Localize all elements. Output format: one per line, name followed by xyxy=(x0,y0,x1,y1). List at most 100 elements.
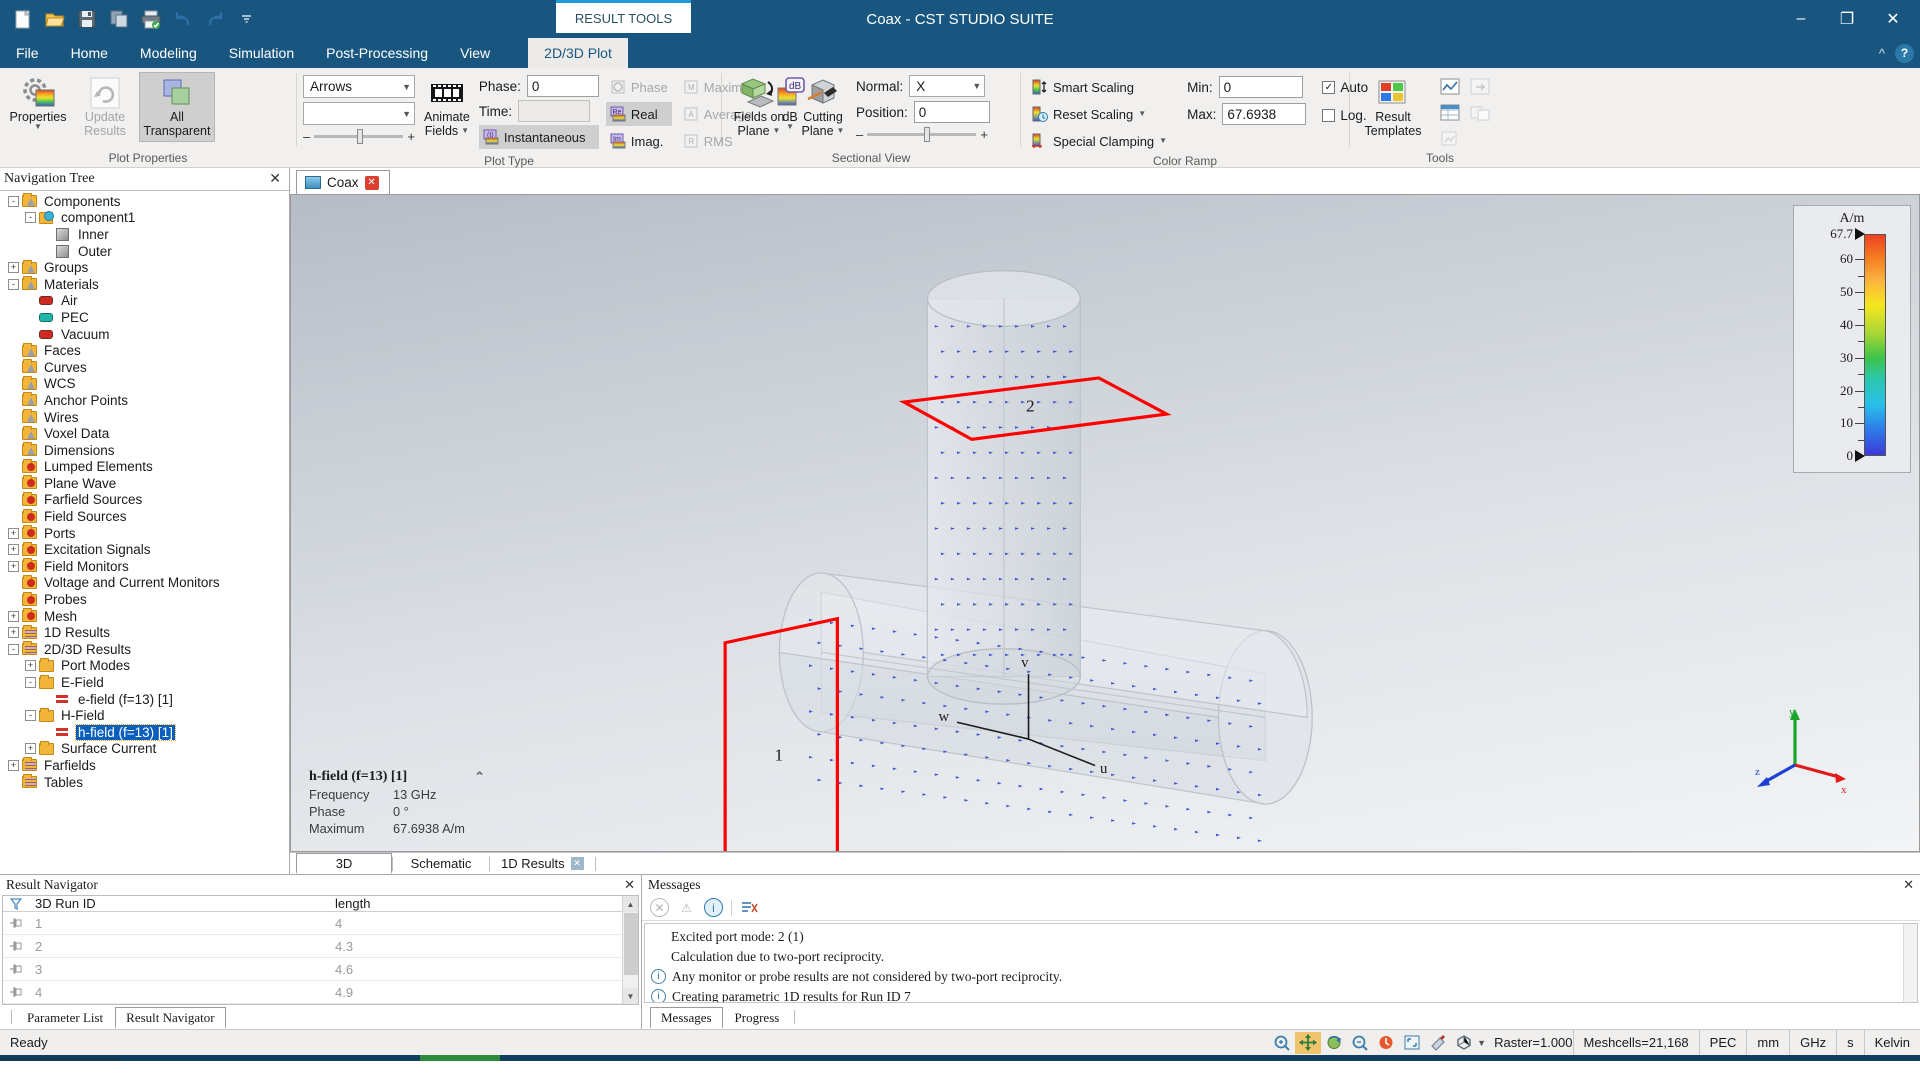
zoom-in-icon[interactable] xyxy=(1269,1032,1295,1054)
tab-view[interactable]: View xyxy=(444,38,506,68)
redo-icon[interactable] xyxy=(202,6,228,32)
tab-2d3d-plot[interactable]: 2D/3D Plot xyxy=(528,38,628,68)
result-info-collapse-icon[interactable]: ⌃ xyxy=(474,769,485,785)
tree-item-wires[interactable]: Wires xyxy=(0,409,289,426)
real-toggle[interactable]: Re Real xyxy=(606,102,672,126)
smart-scaling-button[interactable]: Smart Scaling xyxy=(1027,75,1171,99)
minimize-button[interactable]: – xyxy=(1778,2,1824,36)
tree-expander[interactable]: - xyxy=(8,196,19,207)
view-tab-coax[interactable]: Coax ✕ xyxy=(296,170,390,194)
fields-on-plane-caret-icon[interactable]: ▼ xyxy=(773,128,781,134)
tree-item-ports[interactable]: +Ports xyxy=(0,525,289,542)
row-pin-icon[interactable] xyxy=(3,918,29,928)
tree-item-field-monitors[interactable]: +Field Monitors xyxy=(0,558,289,575)
tree-item-mesh[interactable]: +Mesh xyxy=(0,608,289,625)
arrow-density-slider[interactable]: – + xyxy=(303,129,415,144)
tree-expander[interactable]: + xyxy=(8,262,19,273)
tree-item-farfields[interactable]: +Farfields xyxy=(0,757,289,774)
all-transparent-button[interactable]: All Transparent xyxy=(140,73,214,141)
tab-progress[interactable]: Progress xyxy=(725,1007,790,1029)
tree-item-port-modes[interactable]: +Port Modes xyxy=(0,658,289,675)
properties-button[interactable]: Properties ▼ xyxy=(6,73,70,133)
column-header-length[interactable]: length xyxy=(329,896,376,911)
messages-scrollbar[interactable] xyxy=(1903,924,1917,1002)
tree-item-wcs[interactable]: WCS xyxy=(0,376,289,393)
tab-1d-results[interactable]: 1D Results ✕ xyxy=(490,853,595,874)
tab-schematic[interactable]: Schematic xyxy=(393,853,489,874)
row-pin-icon[interactable] xyxy=(3,964,29,974)
view-cube-icon[interactable] xyxy=(1451,1032,1477,1054)
tree-item-h-field[interactable]: -H-Field xyxy=(0,707,289,724)
tree-item-probes[interactable]: Probes xyxy=(0,591,289,608)
3d-canvas[interactable]: v w u 2 1 A/m 67.76050403020100 h-field … xyxy=(290,194,1920,852)
result-templates-button[interactable]: Result Templates xyxy=(1356,73,1430,141)
tab-post-processing[interactable]: Post-Processing xyxy=(310,38,444,68)
plot-type-combo[interactable]: Arrows ▼ xyxy=(303,75,415,98)
status-unit-s[interactable]: s xyxy=(1836,1030,1864,1056)
normal-combo[interactable]: X ▼ xyxy=(909,75,985,97)
navigation-tree[interactable]: -Components-component1InnerOuter+Groups-… xyxy=(0,190,289,874)
view-tab-close-icon[interactable]: ✕ xyxy=(365,176,379,190)
tree-item-plane-wave[interactable]: Plane Wave xyxy=(0,475,289,492)
tree-item-lumped-elements[interactable]: Lumped Elements xyxy=(0,459,289,476)
tree-expander[interactable]: + xyxy=(25,743,36,754)
status-unit-kelvin[interactable]: Kelvin xyxy=(1864,1030,1920,1056)
max-input[interactable]: 67.6938 xyxy=(1222,103,1306,125)
view-cube-caret-icon[interactable]: ▼ xyxy=(1477,1038,1486,1048)
column-header-run-id[interactable]: 3D Run ID xyxy=(29,896,329,911)
tree-expander[interactable]: + xyxy=(8,611,19,622)
close-button[interactable]: ✕ xyxy=(1870,2,1916,36)
tree-item-components[interactable]: -Components xyxy=(0,193,289,210)
scroll-thumb[interactable] xyxy=(624,913,638,975)
row-pin-icon[interactable] xyxy=(3,987,29,997)
clear-messages-icon[interactable] xyxy=(740,900,758,916)
tree-item-vacuum[interactable]: Vacuum xyxy=(0,326,289,343)
cutting-plane-button[interactable]: Cutting Plane ▼ xyxy=(794,73,852,141)
instantaneous-toggle[interactable]: (t) Instantaneous xyxy=(479,125,599,149)
tab-simulation[interactable]: Simulation xyxy=(213,38,310,68)
tree-item-voxel-data[interactable]: Voxel Data xyxy=(0,425,289,442)
properties-caret-icon[interactable]: ▼ xyxy=(34,124,42,130)
special-clamping-button[interactable]: Special Clamping ▼ xyxy=(1027,129,1171,153)
tree-expander[interactable]: - xyxy=(25,212,36,223)
copy-icon[interactable] xyxy=(106,6,132,32)
print-icon[interactable] xyxy=(138,6,164,32)
result-navigator-scrollbar[interactable]: ▲ ▼ xyxy=(622,896,638,1004)
open-folder-icon[interactable] xyxy=(42,6,68,32)
special-clamping-caret-icon[interactable]: ▼ xyxy=(1159,138,1167,144)
position-slider[interactable]: – + xyxy=(856,127,988,142)
reset-view-icon[interactable] xyxy=(1373,1032,1399,1054)
tree-item-air[interactable]: Air xyxy=(0,293,289,310)
errors-filter-icon[interactable]: ✕ xyxy=(650,898,669,917)
tree-expander[interactable]: - xyxy=(8,279,19,290)
new-file-icon[interactable] xyxy=(10,6,36,32)
tree-expander[interactable]: - xyxy=(25,710,36,721)
curve-tool-icon[interactable] xyxy=(1438,76,1462,98)
tree-item-outer[interactable]: Outer xyxy=(0,243,289,260)
table-row[interactable]: 44.9 xyxy=(3,981,622,1004)
tab-1d-results-close-icon[interactable]: ✕ xyxy=(571,857,584,870)
warnings-filter-icon[interactable]: ⚠ xyxy=(677,898,696,917)
tree-item-farfield-sources[interactable]: Farfield Sources xyxy=(0,492,289,509)
table-row[interactable]: 24.3 xyxy=(3,935,622,958)
tree-expander[interactable]: + xyxy=(8,528,19,539)
tree-item-pec[interactable]: PEC xyxy=(0,309,289,326)
tab-file[interactable]: File xyxy=(0,38,55,68)
plot-subtype-combo[interactable]: ▼ xyxy=(303,102,415,125)
tree-expander[interactable]: + xyxy=(8,760,19,771)
messages-list[interactable]: Excited port mode: 2 (1)Calculation due … xyxy=(644,923,1918,1003)
tree-item-e-field[interactable]: -E-Field xyxy=(0,674,289,691)
scroll-up-icon[interactable]: ▲ xyxy=(623,896,639,912)
tree-item-e-field-f-13-1[interactable]: e-field (f=13) [1] xyxy=(0,691,289,708)
reset-scaling-button[interactable]: Reset Scaling ▼ xyxy=(1027,102,1171,126)
info-filter-icon[interactable]: i xyxy=(704,898,723,917)
tree-item-faces[interactable]: Faces xyxy=(0,342,289,359)
row-pin-icon[interactable] xyxy=(3,941,29,951)
tree-item-inner[interactable]: Inner xyxy=(0,226,289,243)
phase-input[interactable]: 0 xyxy=(527,75,599,97)
undo-icon[interactable] xyxy=(170,6,196,32)
pan-icon[interactable] xyxy=(1295,1032,1321,1054)
cutting-plane-caret-icon[interactable]: ▼ xyxy=(837,128,845,134)
tab-3d[interactable]: 3D xyxy=(296,853,392,874)
zoom-out-icon[interactable] xyxy=(1347,1032,1373,1054)
